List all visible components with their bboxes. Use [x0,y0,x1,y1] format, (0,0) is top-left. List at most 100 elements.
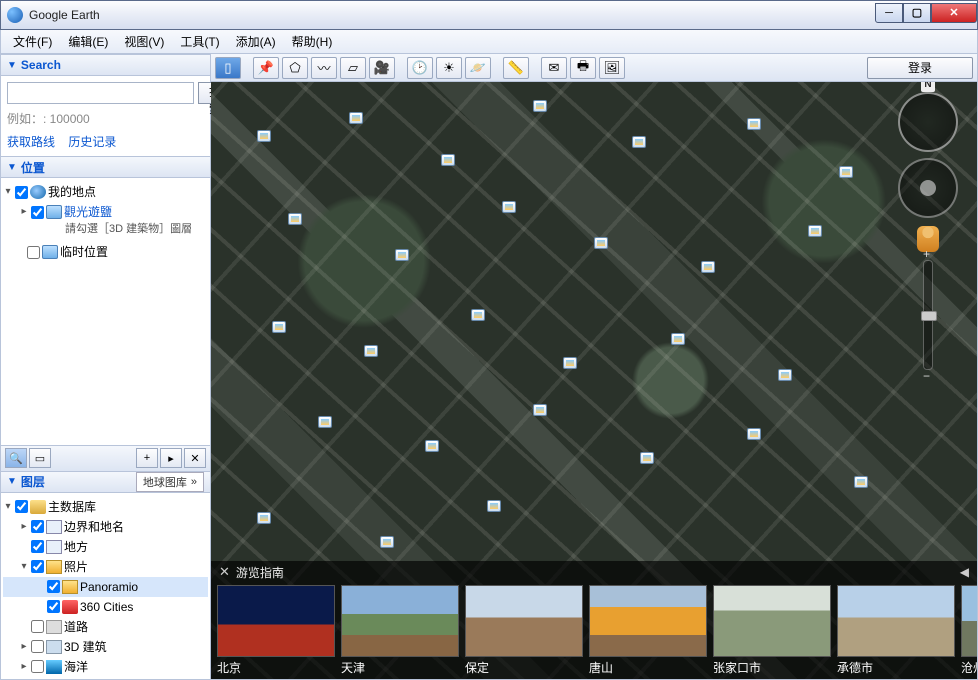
layer-icon [46,540,62,554]
menu-add[interactable]: 添加(A) [228,31,284,52]
expand-icon[interactable]: ▾ [3,497,13,517]
checkbox[interactable] [27,246,40,259]
building-icon [46,640,62,654]
polygon-button[interactable]: ⬠ [282,57,308,79]
expand-icon[interactable]: ▸ [19,637,29,657]
label: 临时位置 [60,242,108,262]
tour-thumbnails [211,583,977,659]
look-joystick[interactable] [898,158,958,218]
delete-button[interactable]: ✕ [184,448,206,468]
places-tree: ▾ 我的地点 ▸ 觀光遊鹽 請勾選［3D 建築物］圖層 临时位置 [1,178,210,266]
directions-link[interactable]: 获取路线 [7,135,55,149]
globe-icon [30,185,46,199]
print-button[interactable]: 🖶 [570,57,596,79]
expand-icon[interactable]: ▸ [19,517,29,537]
expand-icon[interactable]: ▸ [19,657,29,677]
zoom-slider[interactable] [923,260,933,370]
checkbox[interactable] [31,560,44,573]
maximize-button[interactable]: ▢ [903,3,931,23]
search-panel: 搜索 例如：: 100000 获取路线 历史记录 [1,76,210,156]
tour-close-button[interactable]: ✕ [219,564,230,580]
places-title: 位置 [21,159,45,176]
layer-360cities[interactable]: 360 Cities [3,597,208,617]
planet-button[interactable]: 🪐 [465,57,491,79]
layer-3d-buildings[interactable]: ▸ 3D 建筑 [3,637,208,657]
play-tour-button[interactable]: ▸ [160,448,182,468]
road-icon [46,620,62,634]
layer-panoramio[interactable]: Panoramio [3,577,208,597]
history-link[interactable]: 历史记录 [68,135,116,149]
tour-thumb[interactable] [837,585,955,657]
menu-edit[interactable]: 编辑(E) [60,31,116,52]
places-my-places[interactable]: ▾ 我的地点 [3,182,208,202]
checkbox[interactable] [47,580,60,593]
places-temp[interactable]: 临时位置 [3,242,208,262]
expand-icon[interactable]: ▾ [19,557,29,577]
layer-weather[interactable]: ▸ 气象 [3,677,208,680]
folder-icon [46,205,62,219]
tour-thumb[interactable] [589,585,707,657]
menu-tools[interactable]: 工具(T) [172,31,227,52]
placemark-button[interactable]: 📌 [253,57,279,79]
tour-thumb[interactable] [713,585,831,657]
checkbox[interactable] [31,660,44,673]
places-panel-header[interactable]: ▼ 位置 [1,156,210,178]
add-folder-button[interactable]: + [136,448,158,468]
search-panel-header[interactable]: ▼ Search [1,54,210,76]
satellite-view[interactable]: N ✕ 游览指南 ◀ [211,82,977,679]
zoom-thumb[interactable] [921,311,937,321]
layers-panel-header[interactable]: ▼ 图层 地球图库» [1,471,210,493]
tour-thumb[interactable] [961,585,977,657]
history-button[interactable]: 🕑 [407,57,433,79]
sidebar-toggle-button[interactable]: ▯ [215,57,241,79]
layer-roads[interactable]: 道路 [3,617,208,637]
layer-local[interactable]: 地方 [3,537,208,557]
expand-icon [19,537,29,557]
tour-captions: 北京 天津 保定 唐山 张家口市 承德市 沧州市 [211,659,977,676]
tour-thumb[interactable] [465,585,583,657]
search-places-button[interactable]: 🔍 [5,448,27,468]
layer-ocean[interactable]: ▸ 海洋 [3,657,208,677]
search-input[interactable] [7,82,194,104]
path-button[interactable]: 〰 [311,57,337,79]
checkbox[interactable] [31,540,44,553]
layers-title: 图层 [21,473,45,490]
overlay-button[interactable]: ▱ [340,57,366,79]
expand-icon[interactable]: ▾ [3,182,13,202]
minimize-button[interactable]: ─ [875,3,903,23]
toggle-button[interactable]: ▭ [29,448,51,468]
expand-icon[interactable]: ▸ [19,202,29,222]
email-button[interactable]: ✉ [541,57,567,79]
checkbox[interactable] [31,206,44,219]
login-button[interactable]: 登录 [867,57,973,79]
menu-file[interactable]: 文件(F) [5,31,60,52]
menu-help[interactable]: 帮助(H) [284,31,341,52]
layer-photos[interactable]: ▾ 照片 [3,557,208,577]
tour-thumb[interactable] [341,585,459,657]
north-indicator[interactable]: N [921,82,935,92]
compass[interactable]: N [898,92,958,152]
earth-gallery-button[interactable]: 地球图库» [136,472,204,492]
checkbox[interactable] [15,186,28,199]
layer-database[interactable]: ▾ 主数据库 [3,497,208,517]
menu-view[interactable]: 视图(V) [116,31,172,52]
tour-scroll-left[interactable]: ◀ [960,565,969,579]
sun-button[interactable]: ☀ [436,57,462,79]
window-title: Google Earth [29,8,875,22]
checkbox[interactable] [31,620,44,633]
layers-tree: ▾ 主数据库 ▸ 边界和地名 地方 ▾ 照片 [1,493,210,680]
checkbox[interactable] [15,500,28,513]
checkbox[interactable] [31,640,44,653]
main-toolbar: ▯ 📌 ⬠ 〰 ▱ 🎥 🕑 ☀ 🪐 📏 ✉ 🖶 🖼 登录 [211,54,977,82]
close-button[interactable]: ✕ [931,3,977,23]
layer-borders[interactable]: ▸ 边界和地名 [3,517,208,537]
checkbox[interactable] [47,600,60,613]
save-image-button[interactable]: 🖼 [599,57,625,79]
tour-thumb[interactable] [217,585,335,657]
ruler-button[interactable]: 📏 [503,57,529,79]
tour-button[interactable]: 🎥 [369,57,395,79]
checkbox[interactable] [31,520,44,533]
places-sightseeing[interactable]: ▸ 觀光遊鹽 [3,202,208,222]
tour-caption: 张家口市 [713,659,831,676]
expand-icon[interactable]: ▸ [19,677,29,680]
